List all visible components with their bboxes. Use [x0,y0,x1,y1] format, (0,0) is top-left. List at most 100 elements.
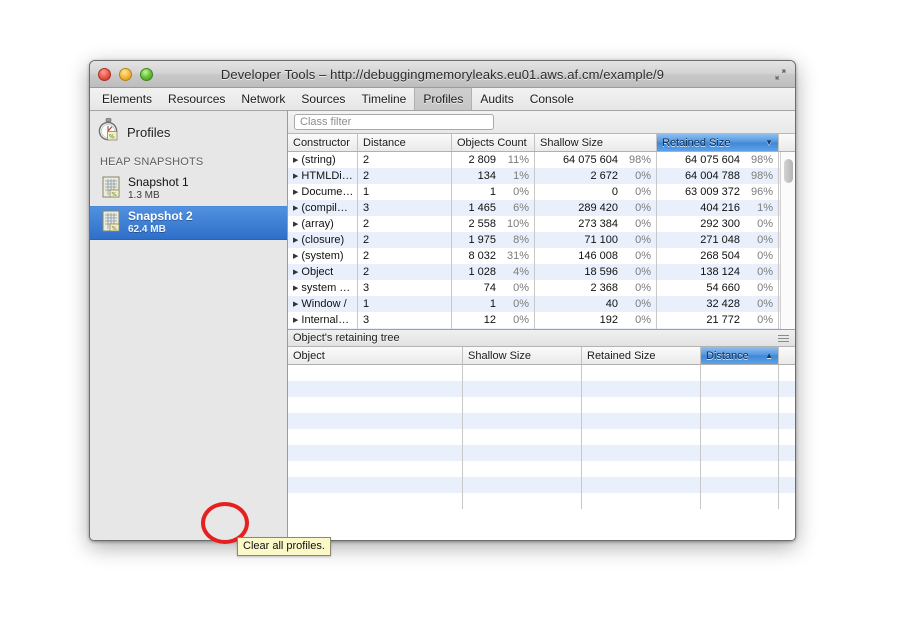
expand-triangle-icon[interactable]: ▶ [293,156,298,164]
expand-triangle-icon[interactable]: ▶ [293,300,298,308]
expand-triangle-icon[interactable]: ▶ [293,204,298,212]
table-row[interactable]: ▶Object21 0284%18 5960%138 1240% [288,264,795,280]
cell-distance: 1 [358,184,452,200]
scrollbar-thumb[interactable] [784,159,793,183]
retaining-tree-row[interactable] [288,365,795,381]
retaining-tree-row[interactable] [288,413,795,429]
table-row[interactable]: ▶(system)28 03231%146 0080%268 5040% [288,248,795,264]
devtools-window: Developer Tools – http://debuggingmemory… [89,60,796,541]
retaining-tree-row[interactable] [288,397,795,413]
tab-network[interactable]: Network [233,88,293,110]
rt-column-header-retained-size[interactable]: Retained Size [582,347,701,364]
constructors-table-body[interactable]: ▶(string)22 80911%64 075 60498%64 075 60… [288,152,795,329]
cell-objects-count: 1 4656% [452,200,535,216]
expand-triangle-icon[interactable]: ▶ [293,316,298,324]
column-header-objects-count[interactable]: Objects Count [452,134,535,151]
cell-retained-size-value: 64 004 788 [685,170,740,182]
column-header-shallow-size[interactable]: Shallow Size [535,134,657,151]
constructors-scrollbar[interactable] [780,152,795,329]
sidebar-item-snapshot-2[interactable]: % Snapshot 2 62.4 MB [90,206,287,240]
rt-cell [463,493,582,509]
tab-profiles[interactable]: Profiles [414,88,472,110]
cell-shallow-size-value: 64 075 604 [563,154,618,166]
rt-cell [582,381,701,397]
table-row[interactable]: ▶(compil…31 4656%289 4200%404 2161% [288,200,795,216]
table-row[interactable]: ▶(string)22 80911%64 075 60498%64 075 60… [288,152,795,168]
cell-objects-count-value: 1 [490,298,496,310]
table-row[interactable]: ▶Window110%400%14 0120% [288,328,795,329]
close-button[interactable] [98,68,111,81]
cell-objects-count: 8 03231% [452,248,535,264]
tab-console[interactable]: Console [522,88,582,110]
cell-constructor: ▶system … [288,280,358,296]
expand-triangle-icon[interactable]: ▶ [293,268,298,276]
table-row[interactable]: ▶(closure)21 9758%71 1000%271 0480% [288,232,795,248]
table-row[interactable]: ▶system …3740%2 3680%54 6600% [288,280,795,296]
minimize-button[interactable] [119,68,132,81]
expand-triangle-icon[interactable]: ▶ [293,220,298,228]
table-row[interactable]: ▶HTMLDi…21341%2 6720%64 004 78898% [288,168,795,184]
tab-timeline[interactable]: Timeline [353,88,414,110]
cell-shallow-size-percent: 0% [625,202,651,214]
constructor-label: Docume… [301,186,353,198]
expand-icon[interactable] [772,66,789,83]
table-row[interactable]: ▶Internal…3120%1920%21 7720% [288,312,795,328]
retaining-tree-row[interactable] [288,429,795,445]
rt-column-header-distance[interactable]: Distance ▲ [701,347,779,364]
sidebar-item-snapshot-1[interactable]: % Snapshot 1 1.3 MB [90,172,287,206]
rt-column-header-shallow-size[interactable]: Shallow Size [463,347,582,364]
tab-elements[interactable]: Elements [94,88,160,110]
rt-column-header-object[interactable]: Object [288,347,463,364]
expand-triangle-icon[interactable]: ▶ [293,284,298,292]
zoom-button[interactable] [140,68,153,81]
cell-constructor: ▶(compil… [288,200,358,216]
rt-cell-spacer [779,397,795,413]
cell-shallow-size-percent: 0% [625,266,651,278]
constructors-table-header: Constructor Distance Objects Count Shall… [288,134,795,152]
expand-triangle-icon[interactable]: ▶ [293,252,298,260]
tab-resources[interactable]: Resources [160,88,233,110]
resize-grip-icon[interactable] [778,335,789,342]
rt-cell-spacer [779,413,795,429]
cell-objects-count: 12 0% [452,312,535,328]
table-row[interactable]: ▶(array)22 55810%273 3840%292 3000% [288,216,795,232]
column-header-constructor[interactable]: Constructor [288,134,358,151]
rt-cell [463,413,582,429]
rt-cell [288,429,463,445]
table-row[interactable]: ▶Docume…110%00%63 009 37296% [288,184,795,200]
column-header-distance[interactable]: Distance [358,134,452,151]
panel-body: % Profiles HEAP SNAPSHOTS [90,111,795,541]
cell-objects-count-percent: 11% [503,154,529,166]
rt-cell [288,493,463,509]
cell-objects-count-value: 12 [484,314,496,326]
cell-objects-count-percent: 0% [503,314,529,326]
rt-cell-spacer [779,429,795,445]
window-titlebar: Developer Tools – http://debuggingmemory… [90,61,795,88]
retaining-tree-title: Object's retaining tree [293,332,400,344]
rt-cell [701,445,779,461]
retaining-tree-row[interactable] [288,493,795,509]
sort-desc-icon: ▼ [765,138,773,147]
retaining-tree-row[interactable] [288,381,795,397]
cell-objects-count-value: 1 465 [468,202,496,214]
class-filter-input[interactable]: Class filter [294,114,494,130]
table-rows-container: ▶(string)22 80911%64 075 60498%64 075 60… [288,152,795,329]
table-row[interactable]: ▶Window /110%400%32 4280% [288,296,795,312]
rt-cell [463,381,582,397]
tab-audits[interactable]: Audits [472,88,521,110]
cell-retained-size-percent: 1% [747,202,773,214]
expand-triangle-icon[interactable]: ▶ [293,236,298,244]
cell-distance: 2 [358,168,452,184]
column-header-retained-size[interactable]: Retained Size ▼ [657,134,779,151]
expand-triangle-icon[interactable]: ▶ [293,172,298,180]
constructor-label: system … [301,282,350,294]
expand-triangle-icon[interactable]: ▶ [293,188,298,196]
retaining-tree-row[interactable] [288,445,795,461]
retaining-tree-row[interactable] [288,461,795,477]
rt-cell [701,429,779,445]
retaining-tree-body[interactable] [288,365,795,541]
cell-shallow-size-value: 2 672 [590,170,618,182]
retaining-tree-row[interactable] [288,477,795,493]
tab-sources[interactable]: Sources [293,88,353,110]
cell-retained-size-value: 404 216 [700,202,740,214]
